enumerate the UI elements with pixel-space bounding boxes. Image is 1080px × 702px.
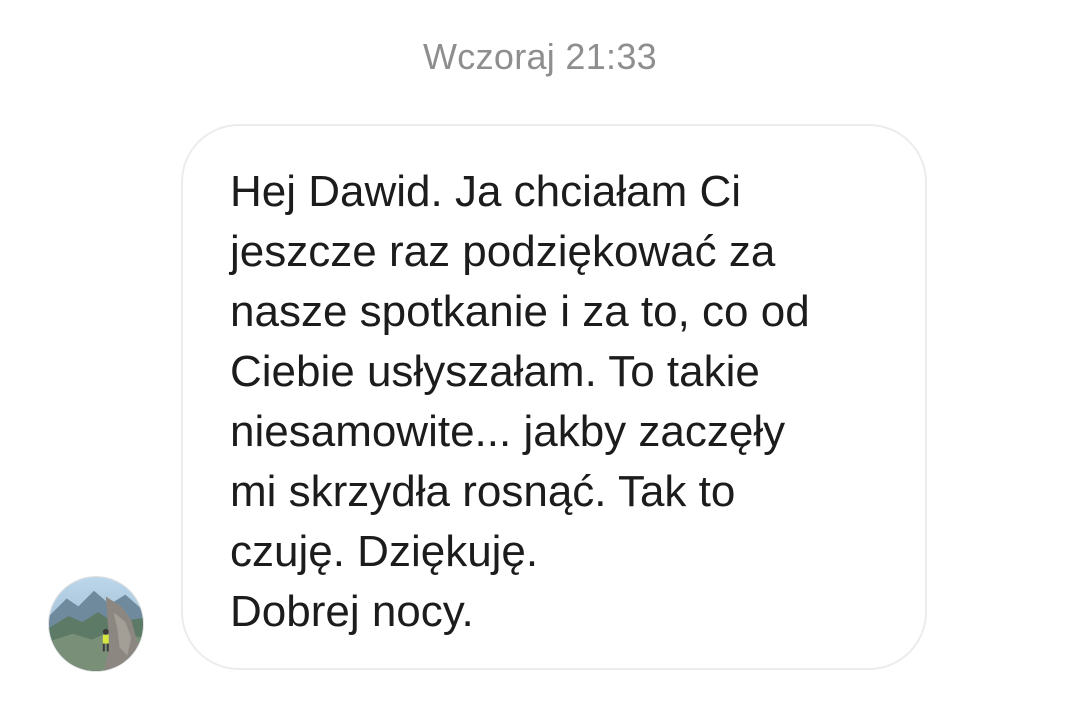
message-line: nasze spotkanie i za to, co od — [230, 287, 810, 336]
message-line: Ciebie usłyszałam. To takie — [230, 347, 760, 396]
message-line: niesamowite... jakby zaczęły — [230, 407, 786, 456]
message-line: Dobrej nocy. — [230, 587, 474, 636]
message-bubble[interactable]: Hej Dawid. Ja chciałam Ci jeszcze raz po… — [181, 124, 927, 670]
message-text: Hej Dawid. Ja chciałam Ci jeszcze raz po… — [230, 162, 890, 642]
mountain-photo-avatar-icon — [49, 577, 143, 671]
sender-avatar[interactable] — [48, 576, 144, 672]
message-timestamp: Wczoraj 21:33 — [423, 36, 657, 77]
message-line: jeszcze raz podziękować za — [230, 227, 776, 276]
message-line: czuję. Dziękuję. — [230, 527, 539, 576]
message-line: mi skrzydła rosnąć. Tak to — [230, 467, 736, 516]
message-line: Hej Dawid. Ja chciałam Ci — [230, 167, 742, 216]
